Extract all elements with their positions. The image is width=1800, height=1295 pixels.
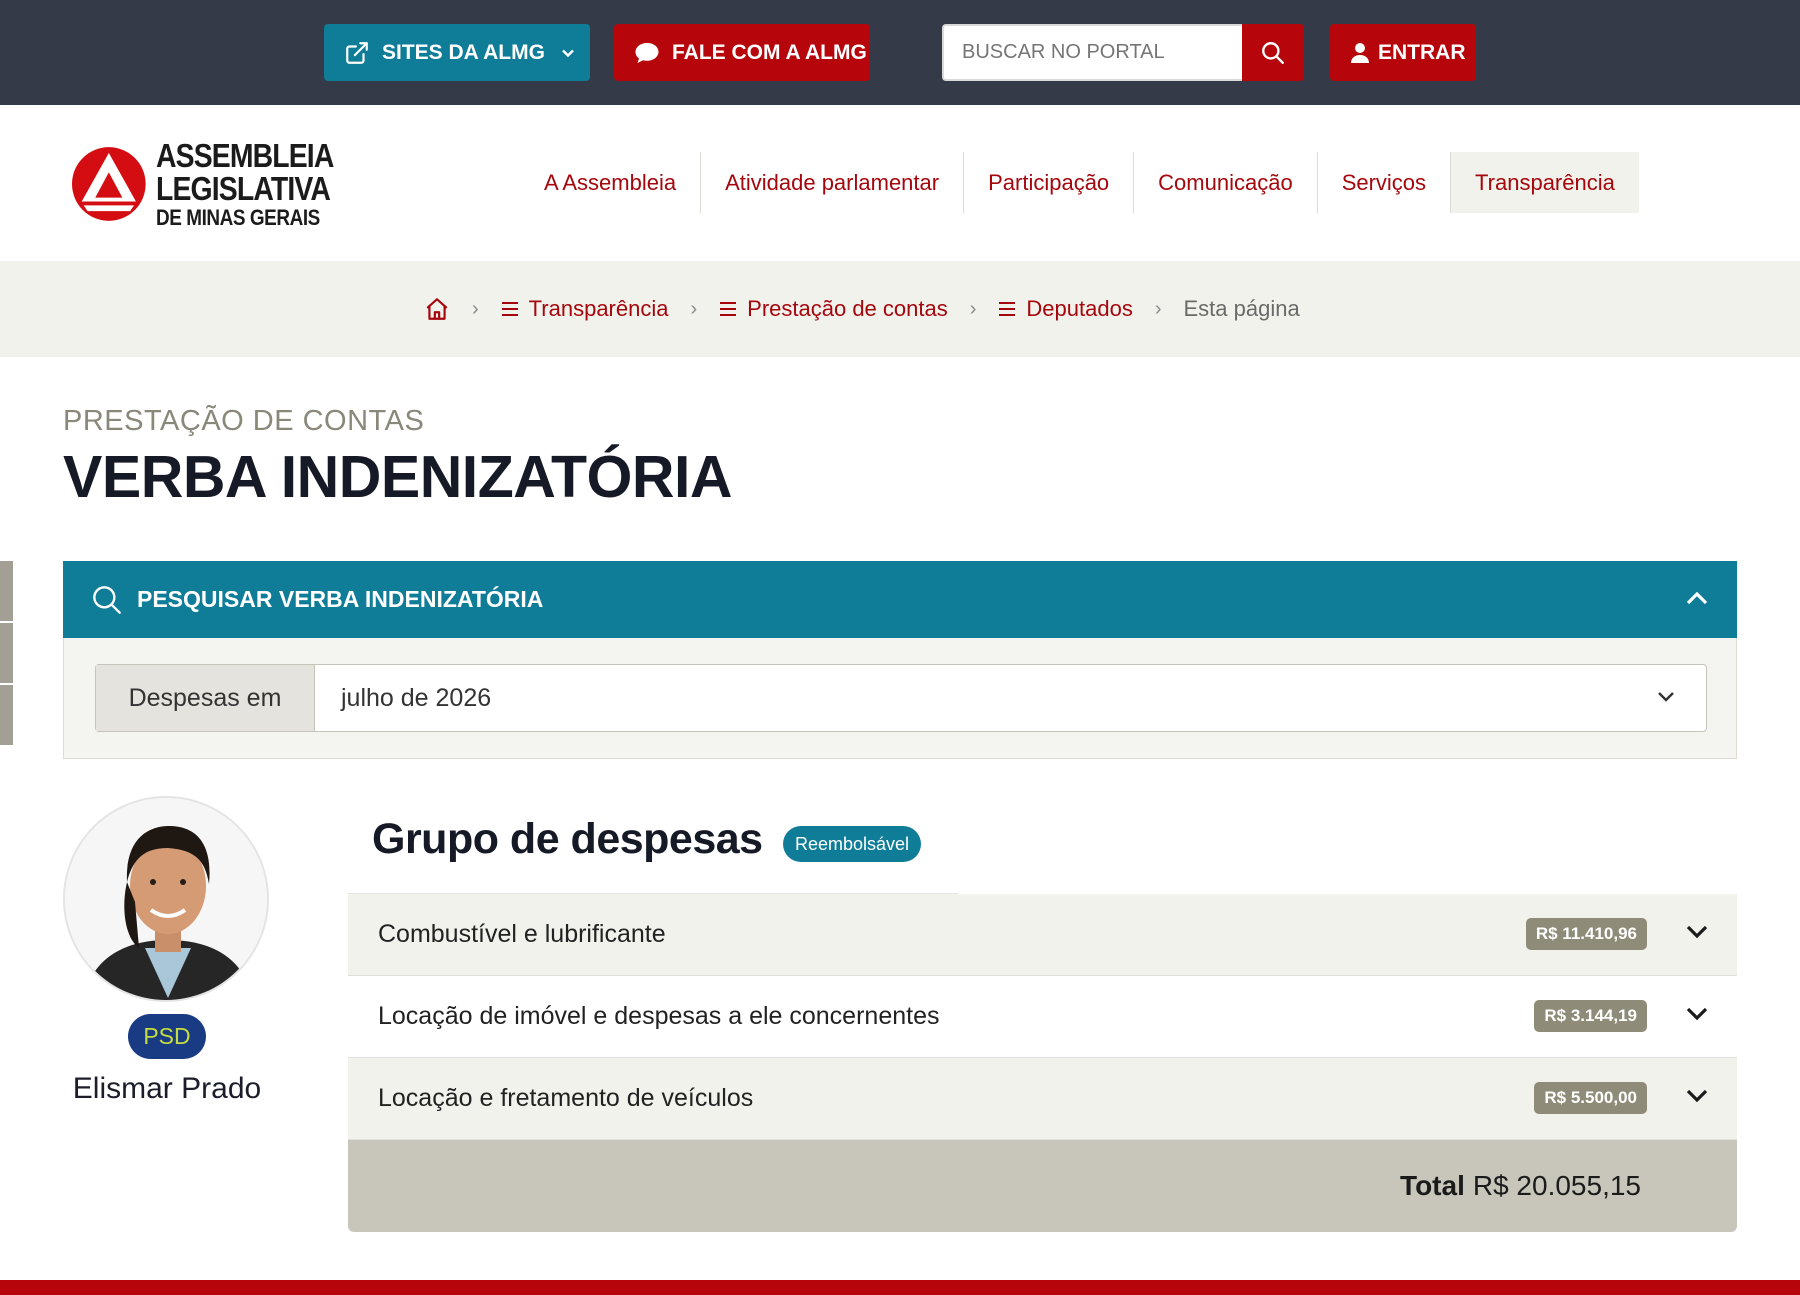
breadcrumb-prestacao-de-contas[interactable]: Prestação de contas [719,296,948,322]
portal-search-input[interactable] [942,24,1242,81]
breadcrumb-transparencia[interactable]: Transparência [501,296,669,322]
footer-strip [0,1280,1800,1295]
page-kicker: PRESTAÇÃO DE CONTAS [63,405,425,437]
search-icon [93,585,121,614]
entrar-button[interactable]: ENTRAR [1330,24,1476,81]
chevron-up-icon [1686,591,1708,605]
total-label: Total [1400,1170,1465,1201]
search-panel-header[interactable]: PESQUISAR VERBA INDENIZATÓRIA [63,561,1737,638]
entrar-label: ENTRAR [1378,40,1466,64]
expenses-total: Total R$ 20.055,15 [348,1140,1737,1232]
breadcrumb-transparencia-label: Transparência [528,296,669,321]
chevron-down-icon [1686,1007,1708,1021]
menu-icon [999,302,1016,316]
breadcrumb-separator: › [690,297,698,320]
deputy-photo [63,796,269,1002]
user-icon [1351,42,1369,63]
breadcrumb-prestacao-label: Prestação de contas [747,296,948,321]
chevron-down-icon [1658,692,1674,702]
reimbursable-badge: Reembolsável [783,826,922,862]
breadcrumb-deputados[interactable]: Deputados [998,296,1133,322]
menu-icon [720,302,737,316]
sites-almg-button[interactable]: SITES DA ALMG [324,24,590,81]
side-tab[interactable] [0,561,13,621]
breadcrumb-deputados-label: Deputados [1026,296,1133,321]
almg-logo[interactable]: ASSEMBLEIA LEGISLATIVA DE MINAS GERAIS [72,137,362,231]
party-badge: PSD [128,1014,206,1059]
main-navigation: A Assembleia Atividade parlamentar Parti… [520,152,1639,213]
logo-text: ASSEMBLEIA LEGISLATIVA DE MINAS GERAIS [156,139,362,229]
expense-row[interactable]: Locação e fretamento de veículos R$ 5.50… [348,1058,1737,1140]
top-bar: SITES DA ALMG FALE COM A ALMG ENTRAR [0,0,1800,105]
almg-logo-mark [72,147,146,221]
side-tab[interactable] [0,685,13,745]
home-icon [426,298,448,320]
breadcrumb-separator: › [472,297,479,320]
search-icon [1262,41,1284,64]
deputy-name: Elismar Prado [72,1072,262,1105]
search-button[interactable] [1242,24,1304,81]
breadcrumb-current: Esta página [1183,296,1300,321]
expense-group-title: Grupo de despesas [372,815,763,863]
period-select[interactable]: julho de 2026 [315,665,1706,731]
menu-icon [501,302,518,316]
chevron-down-icon [1686,1089,1708,1103]
logo-line-2: LEGISLATIVA [155,170,331,207]
nav-item-assembleia[interactable]: A Assembleia [520,152,702,213]
breadcrumb-separator: › [969,297,977,320]
expense-amount: R$ 5.500,00 [1534,1082,1647,1114]
side-tab[interactable] [0,623,13,683]
period-field-label: Despesas em [96,665,315,731]
fale-com-almg-label: FALE COM A ALMG [672,40,867,64]
expense-row[interactable]: Combustível e lubrificante R$ 11.410,96 [348,894,1737,976]
logo-line-3: DE MINAS GERAIS [155,205,320,230]
sites-almg-label: SITES DA ALMG [382,40,545,64]
search-panel-body: Despesas em julho de 2026 [63,638,1737,759]
nav-item-transparencia[interactable]: Transparência [1451,152,1639,213]
expense-amount: R$ 3.144,19 [1534,1000,1647,1032]
nav-item-participacao[interactable]: Participação [964,152,1135,213]
total-value: R$ 20.055,15 [1472,1170,1641,1201]
expense-name: Locação de imóvel e despesas a ele conce… [378,1002,940,1030]
nav-item-comunicacao[interactable]: Comunicação [1134,152,1318,213]
nav-item-servicos[interactable]: Serviços [1318,152,1452,213]
nav-item-atividade-parlamentar[interactable]: Atividade parlamentar [701,152,965,213]
chevron-down-icon [562,49,574,57]
breadcrumb-home[interactable] [424,296,450,322]
fale-com-almg-button[interactable]: FALE COM A ALMG [614,24,870,81]
external-link-icon [346,41,368,64]
page-title: VERBA INDENIZATÓRIA [63,444,733,510]
breadcrumb: › Transparência › Prestação de contas › … [424,261,1300,357]
expense-amount: R$ 11.410,96 [1525,918,1647,950]
breadcrumb-bar: › Transparência › Prestação de contas › … [0,261,1800,357]
expense-row[interactable]: Locação de imóvel e despesas a ele conce… [348,976,1737,1058]
expense-name: Combustível e lubrificante [378,920,666,948]
chevron-down-icon [1686,925,1708,939]
period-select-value: julho de 2026 [341,683,492,712]
chat-bubble-icon [635,42,659,63]
breadcrumb-separator: › [1154,297,1162,320]
logo-line-1: ASSEMBLEIA [155,137,334,174]
search-panel-title: PESQUISAR VERBA INDENIZATÓRIA [137,586,544,612]
expense-name: Locação e fretamento de veículos [378,1084,754,1112]
period-field: Despesas em julho de 2026 [95,664,1707,732]
